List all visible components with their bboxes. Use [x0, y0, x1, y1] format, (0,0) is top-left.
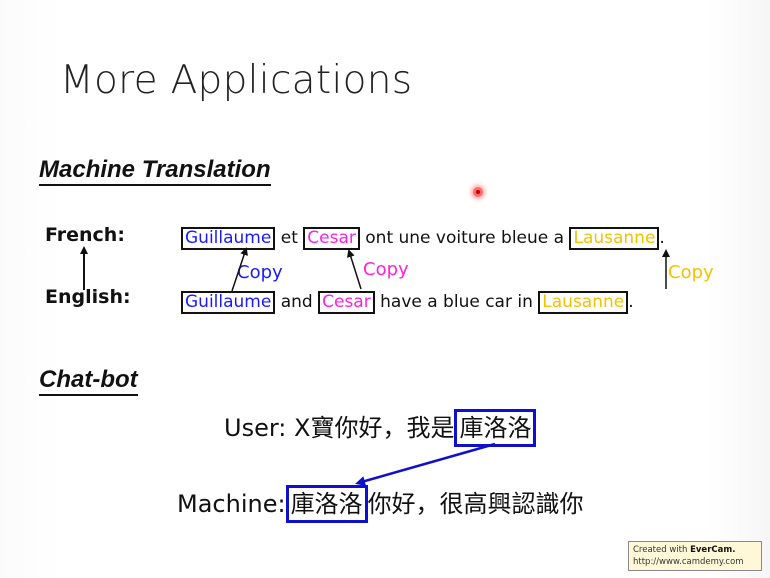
- evercam-watermark: Created with EverCam. http://www.camdemy…: [628, 541, 762, 571]
- pointer-dot: [473, 187, 483, 197]
- watermark-brand: EverCam.: [690, 545, 736, 555]
- watermark-prefix: Created with: [633, 545, 691, 555]
- annotation-arrows: [80, 246, 670, 486]
- slide: More Applications Machine Translation Fr…: [0, 0, 770, 578]
- copy-arrow-cesar: [346, 249, 362, 290]
- watermark-url: http://www.camdemy.com: [633, 557, 744, 567]
- chatbot-copy-arrow: [355, 442, 496, 486]
- copy-arrow-guillaume: [231, 247, 248, 292]
